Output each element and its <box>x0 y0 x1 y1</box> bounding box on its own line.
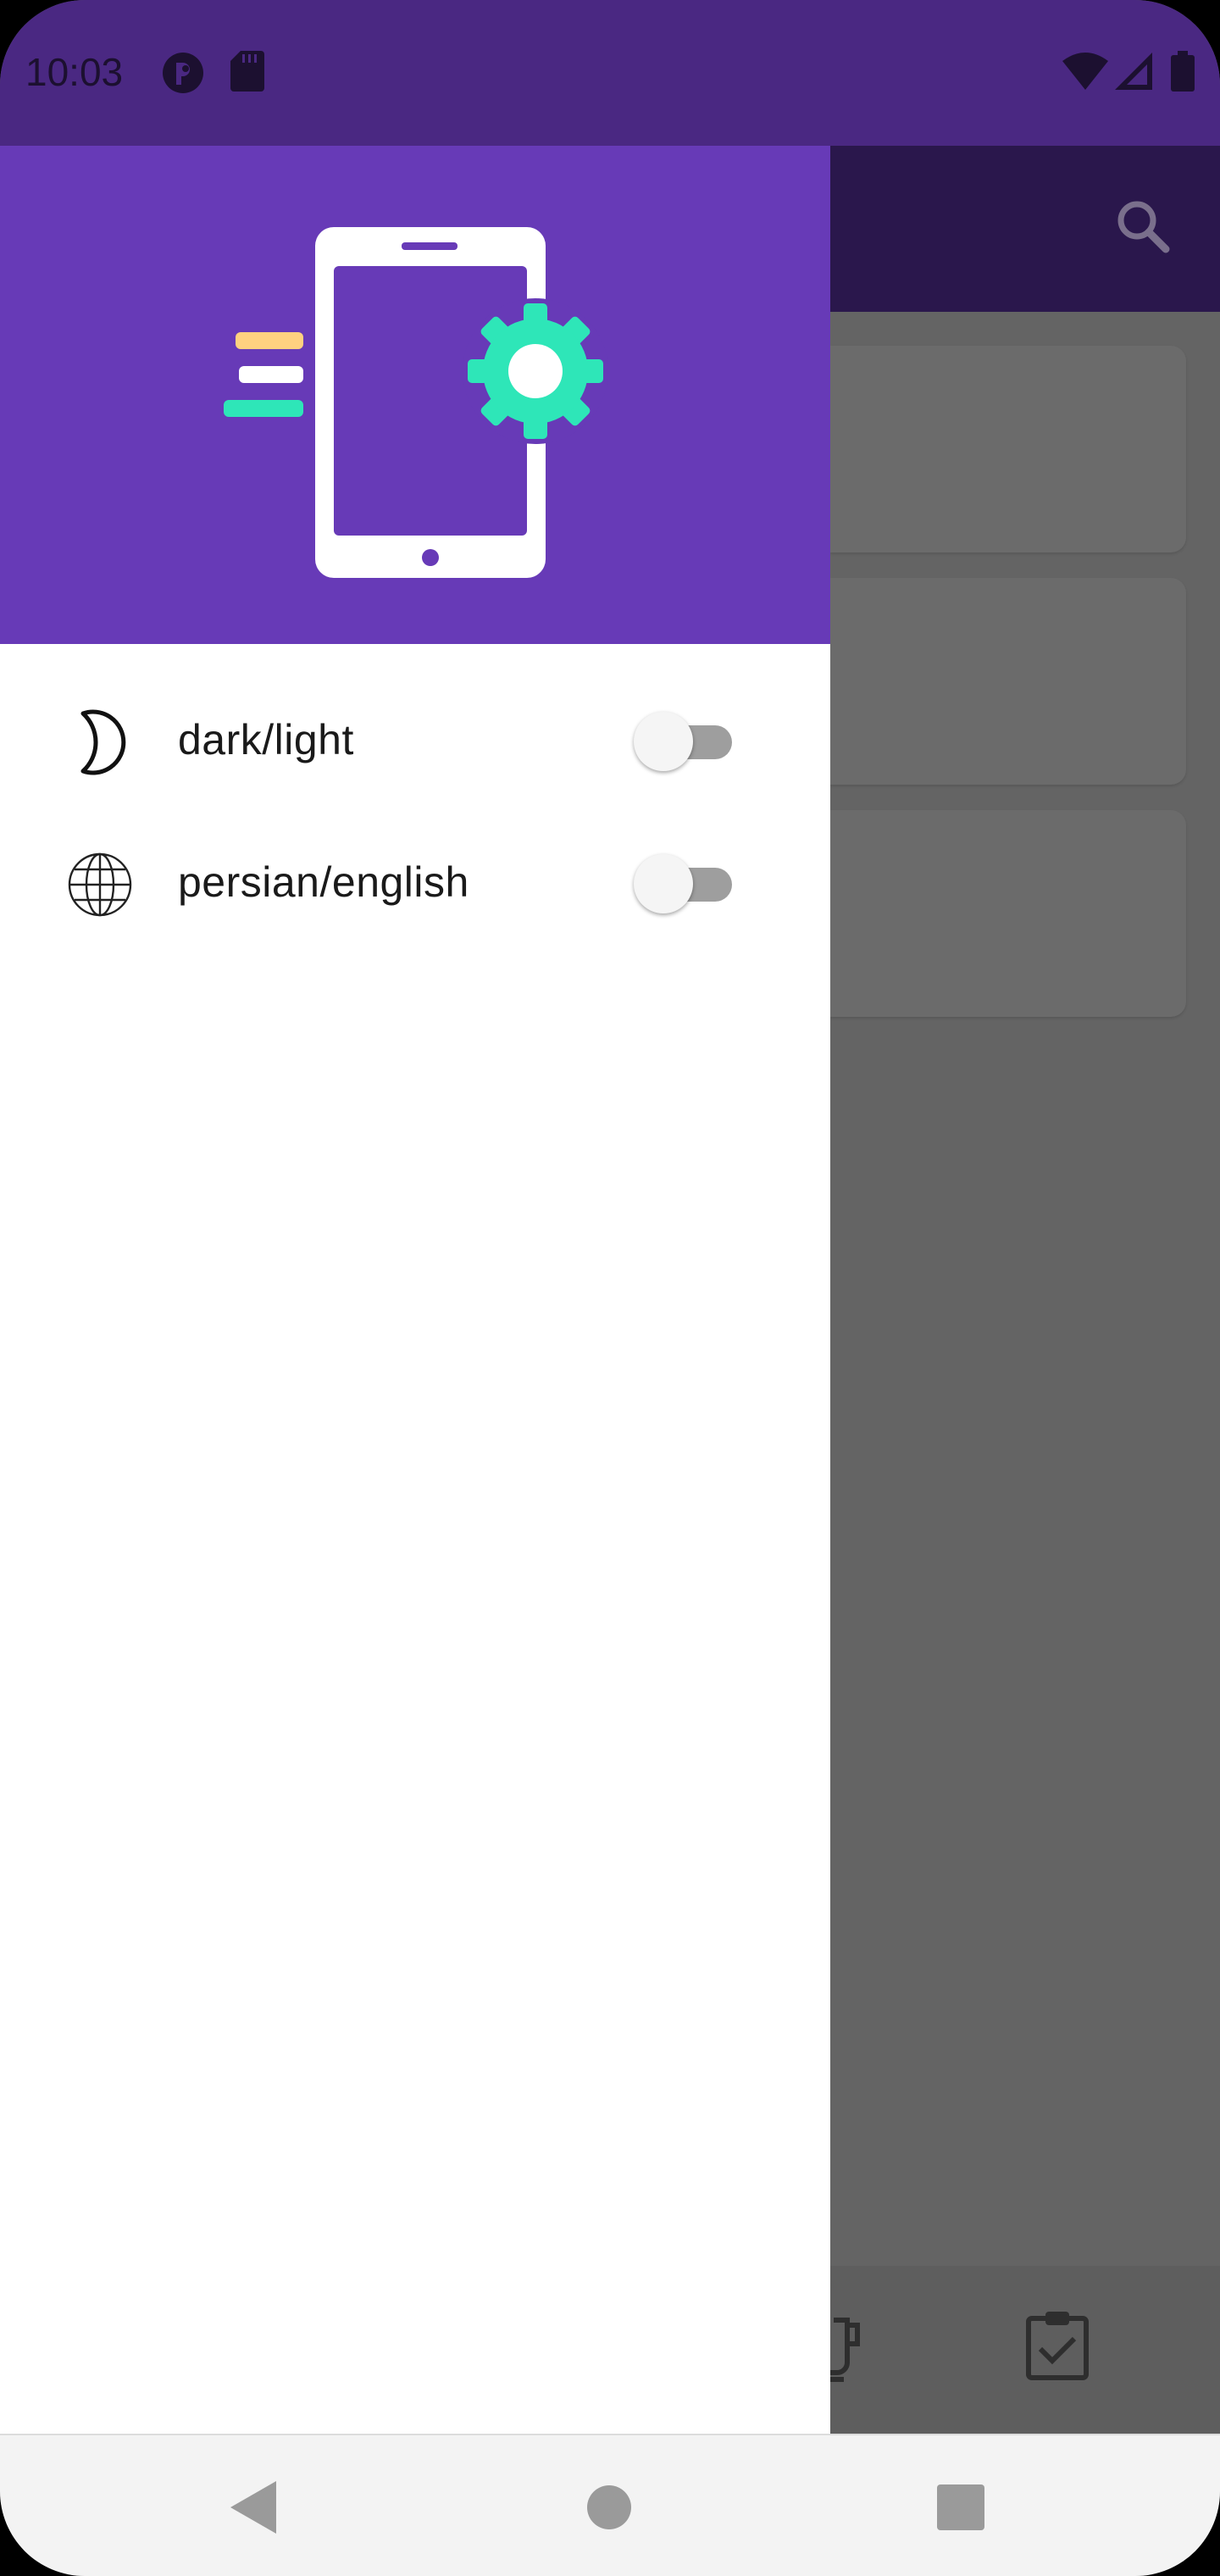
clipboard-check-icon[interactable] <box>1025 2310 1090 2385</box>
setting-label-language: persian/english <box>178 858 469 906</box>
recents-icon[interactable] <box>937 2484 984 2534</box>
list-card[interactable] <box>830 578 1186 785</box>
cell-signal-icon <box>1115 53 1152 94</box>
list-card[interactable] <box>830 810 1186 1017</box>
theme-toggle[interactable] <box>634 712 735 771</box>
phone-settings-illustration <box>224 227 608 578</box>
bottom-navigation <box>830 2266 1220 2434</box>
cup-icon[interactable] <box>830 2317 866 2389</box>
status-time: 10:03 <box>25 50 124 94</box>
drawer-header <box>0 146 830 644</box>
toggle-thumb <box>634 854 693 913</box>
home-icon[interactable] <box>586 2484 632 2534</box>
setting-label-theme: dark/light <box>178 716 354 763</box>
wifi-icon <box>1062 53 1108 94</box>
moon-icon <box>64 707 136 778</box>
language-toggle[interactable] <box>634 854 735 913</box>
sd-card-icon <box>230 51 264 96</box>
toggle-thumb <box>634 712 693 771</box>
app-notification-icon <box>161 51 205 99</box>
setting-row-theme: dark/light <box>0 673 830 808</box>
setting-row-language: persian/english <box>0 815 830 951</box>
status-bar: 10:03 <box>0 0 1220 146</box>
navigation-drawer: dark/light persian/english <box>0 146 830 2434</box>
search-icon[interactable] <box>1110 193 1178 261</box>
back-icon[interactable] <box>230 2481 276 2538</box>
globe-icon <box>64 849 136 920</box>
battery-icon <box>1171 51 1195 96</box>
phone-screen: 10:03 dark/light persian/english <box>0 0 1220 2576</box>
list-card[interactable] <box>830 346 1186 552</box>
system-navigation-bar <box>0 2434 1220 2576</box>
